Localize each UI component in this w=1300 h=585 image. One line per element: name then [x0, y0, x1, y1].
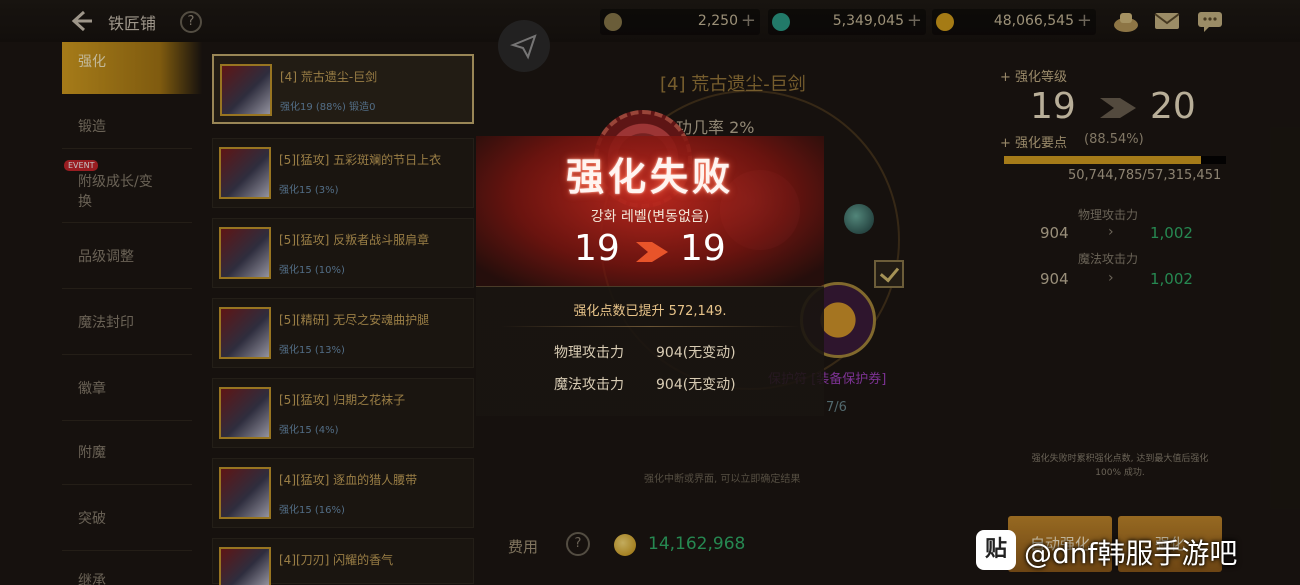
arrow-right-icon	[634, 240, 670, 264]
popup-level-to: 19	[680, 228, 726, 269]
popup-stat-label: 魔法攻击力	[554, 377, 624, 393]
popup-stat-value: 904(无变动)	[656, 345, 736, 361]
popup-stat-value: 904(无变动)	[656, 377, 736, 393]
popup-stat-row: 物理攻击力 904(无变动)	[554, 342, 736, 362]
popup-subtitle: 강화 레벨(변동없음)	[590, 209, 710, 225]
tieba-logo-icon: 贴	[976, 530, 1016, 570]
popup-title: 强化失败	[565, 155, 734, 199]
popup-stat-row: 魔法攻击力 904(无变动)	[554, 374, 736, 394]
enhance-result-popup[interactable]: 强化失败 강화 레벨(변동없음) 19 19 强化点数已提升 572,149. …	[476, 136, 824, 416]
popup-divider	[500, 326, 800, 327]
watermark-text: @dnf韩服手游吧	[1024, 537, 1238, 570]
popup-stat-label: 物理攻击力	[554, 345, 624, 361]
popup-points-message: 强化点数已提升 572,149.	[573, 304, 727, 319]
popup-level-from: 19	[574, 228, 620, 269]
